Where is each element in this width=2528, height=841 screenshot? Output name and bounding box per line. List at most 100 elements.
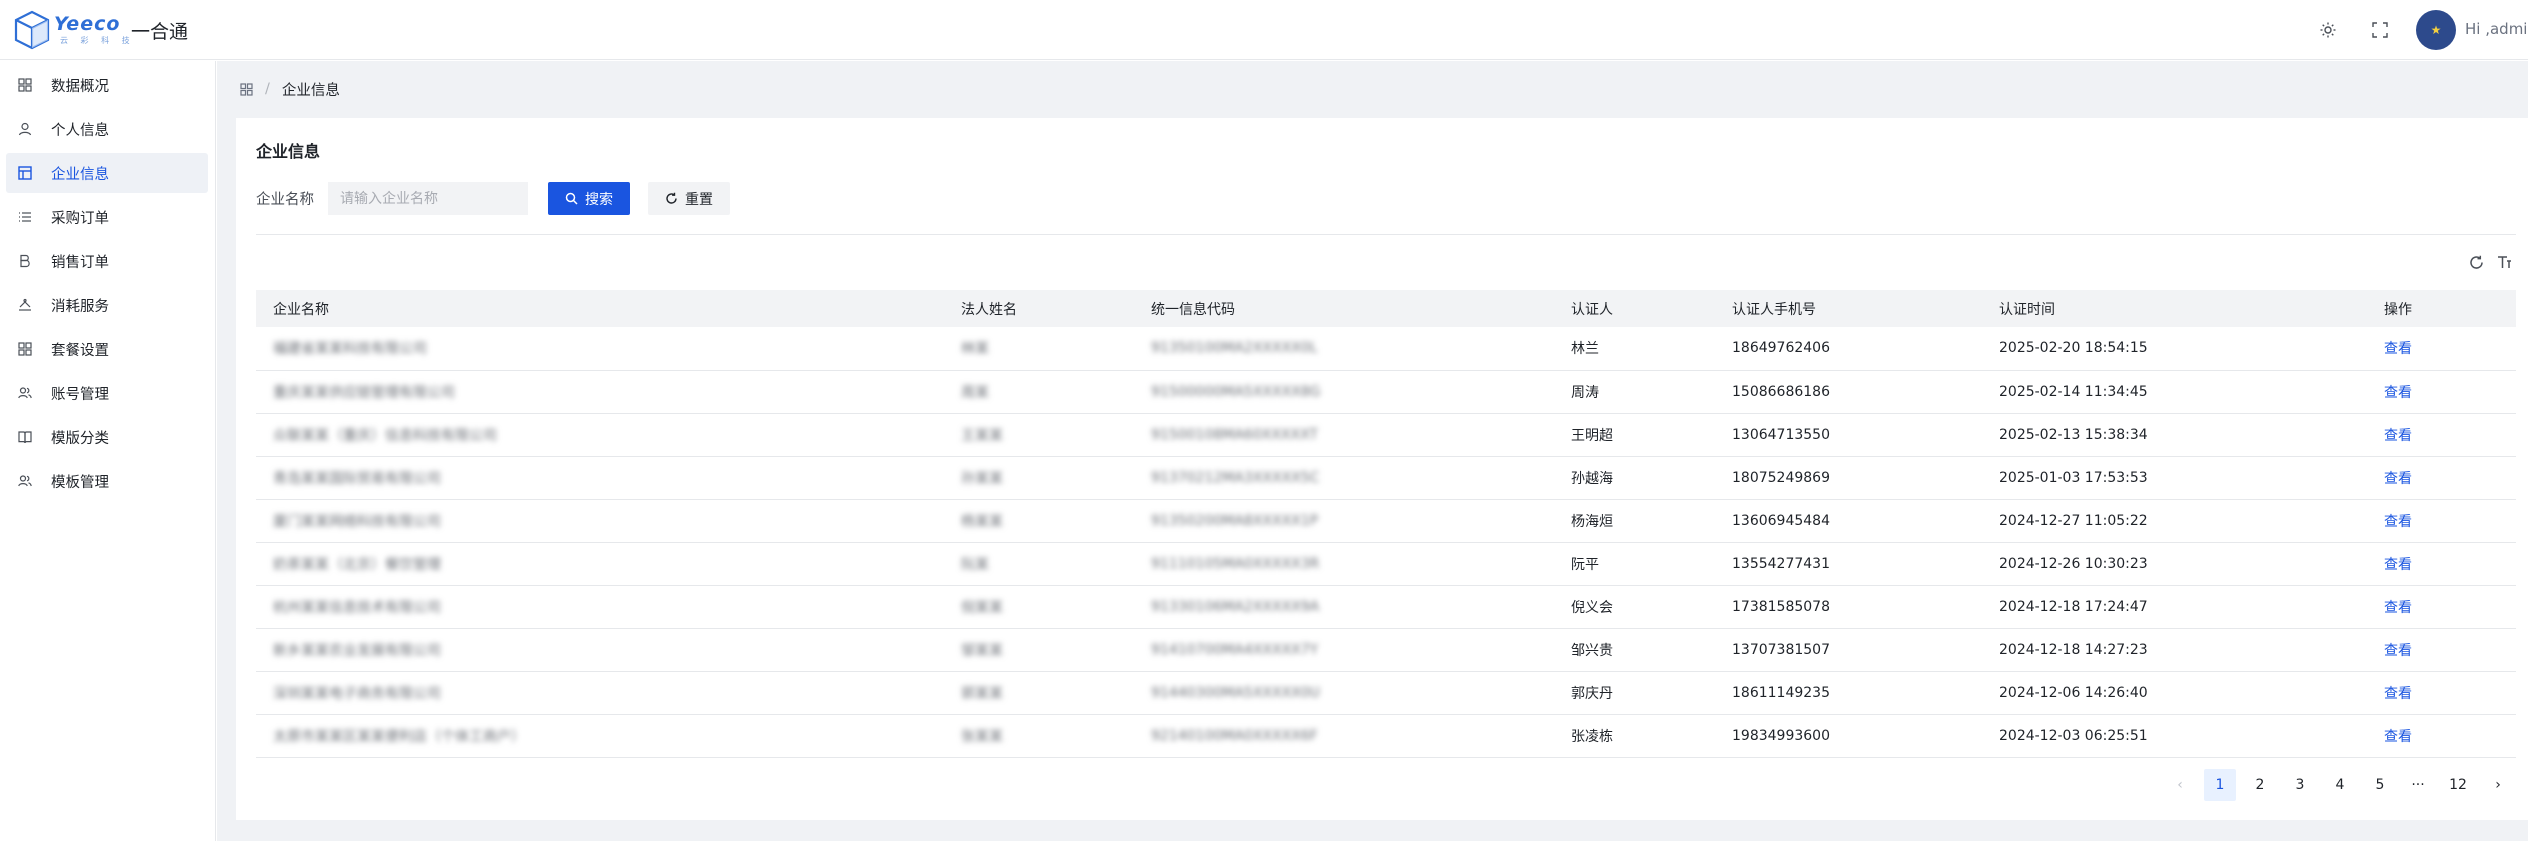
book-icon (17, 429, 33, 445)
users-icon (17, 473, 33, 489)
company-name-input[interactable] (328, 182, 528, 215)
fullscreen-icon[interactable] (2369, 19, 2391, 41)
page-button[interactable]: 5 (2364, 769, 2396, 801)
logo[interactable]: Yeeco 云 彩 科 技 (14, 8, 135, 52)
view-link[interactable]: 查看 (2367, 585, 2516, 629)
certifier-cell: 阮平 (1554, 542, 1715, 586)
table-row: 深圳某某电子商务有限公司 郭某某 91440300MA5XXXXX0U 郭庆丹 1861… (256, 671, 2516, 715)
avatar-star-icon: ★ (2430, 23, 2442, 37)
view-link[interactable]: 查看 (2367, 714, 2516, 758)
page-button[interactable]: 1 (2204, 769, 2236, 801)
search-icon (565, 192, 578, 205)
breadcrumb-separator: / (265, 81, 270, 97)
view-link[interactable]: 查看 (2367, 542, 2516, 586)
refresh-icon[interactable] (2466, 252, 2486, 272)
list-icon (17, 209, 33, 225)
column-density-icon[interactable] (2495, 252, 2515, 272)
reset-button[interactable]: 重置 (648, 182, 730, 215)
column-header: 认证人 (1554, 290, 1715, 327)
credit-code-cell: 91410700MA4XXXXX7Y (1134, 628, 1554, 672)
sidebar-item[interactable]: 账号管理 (6, 373, 208, 413)
phone-cell: 18075249869 (1715, 456, 1982, 500)
sidebar-item[interactable]: 企业信息 (6, 153, 208, 193)
company-name-cell: 福建省某某科技有限公司 (256, 327, 944, 371)
sidebar-item[interactable]: 销售订单 (6, 241, 208, 281)
phone-cell: 18611149235 (1715, 671, 1982, 715)
column-header: 认证人手机号 (1715, 290, 1982, 327)
logo-subtext: 云 彩 科 技 (60, 36, 135, 45)
certifier-cell: 周涛 (1554, 370, 1715, 414)
credit-code-cell: 91110105MA0XXXXX3R (1134, 542, 1554, 586)
view-link[interactable]: 查看 (2367, 628, 2516, 672)
company-name-cell: 太原市某某区某某便利店（个体工商户） (256, 714, 944, 758)
sidebar-item-label: 企业信息 (51, 166, 109, 183)
divider (256, 234, 2516, 235)
legal-name-cell: 张某某 (944, 714, 1134, 758)
phone-cell: 19834993600 (1715, 714, 1982, 758)
column-header: 企业名称 (256, 290, 944, 327)
sidebar-item[interactable]: 模版分类 (6, 417, 208, 457)
column-header: 认证时间 (1982, 290, 2367, 327)
sidebar-item[interactable]: 模板管理 (6, 461, 208, 501)
sidebar-item-label: 账号管理 (51, 386, 109, 403)
search-button-label: 搜索 (585, 191, 613, 208)
company-name-cell: 杭州某某信息技术有限公司 (256, 585, 944, 629)
view-link[interactable]: 查看 (2367, 413, 2516, 457)
time-cell: 2025-02-20 18:54:15 (1982, 327, 2367, 371)
sidebar-item[interactable]: 个人信息 (6, 109, 208, 149)
legal-name-cell: 杨某某 (944, 499, 1134, 543)
time-cell: 2025-02-14 11:34:45 (1982, 370, 2367, 414)
sidebar-item-label: 销售订单 (51, 254, 109, 271)
sidebar-item[interactable]: 采购订单 (6, 197, 208, 237)
page-button[interactable]: 4 (2324, 769, 2356, 801)
table-row: 新乡某某农业发展有限公司 邹某某 91410700MA4XXXXX7Y 邹兴贵 1370… (256, 628, 2516, 672)
next-page-icon[interactable]: › (2482, 769, 2514, 801)
table-row: 福建省某某科技有限公司 林某 91350100MA2XXXXX0L 林兰 1864976… (256, 327, 2516, 371)
view-link[interactable]: 查看 (2367, 370, 2516, 414)
sidebar-item[interactable]: 数据概况 (6, 65, 208, 105)
breadcrumb-home-icon[interactable] (240, 82, 253, 96)
credit-code-cell: 91350200MA8XXXXX1P (1134, 499, 1554, 543)
view-link[interactable]: 查看 (2367, 671, 2516, 715)
ellipsis-icon[interactable]: ··· (2402, 769, 2434, 801)
legal-name-cell: 阮某 (944, 542, 1134, 586)
page-button[interactable]: 3 (2284, 769, 2316, 801)
view-link[interactable]: 查看 (2367, 327, 2516, 371)
table-row: 众联某某（重庆）信息科技有限公司 王某某 91500108MA60XXXXXT 王明超… (256, 413, 2516, 457)
search-label: 企业名称 (256, 192, 314, 208)
sidebar-item[interactable]: 消耗服务 (6, 285, 208, 325)
top-header: Yeeco 云 彩 科 技 一合通 ★ Hi ,admin (0, 0, 2528, 60)
time-cell: 2025-02-13 15:38:34 (1982, 413, 2367, 457)
view-link[interactable]: 查看 (2367, 499, 2516, 543)
sidebar-item-label: 套餐设置 (51, 342, 109, 359)
table-row: 奶茶某某（北京）餐饮管理 阮某 91110105MA0XXXXX3R 阮平 135542… (256, 542, 2516, 586)
credit-code-cell: 91500108MA60XXXXXT (1134, 413, 1554, 457)
user-greeting[interactable]: Hi ,admin (2465, 20, 2528, 38)
credit-code-cell: 91330106MA2XXXXX9A (1134, 585, 1554, 629)
page-button[interactable]: 12 (2442, 769, 2474, 801)
table-header-row: 企业名称 法人姓名 统一信息代码 认证人 认证人手机号 认证时间 操作 (256, 290, 2516, 327)
legal-name-cell: 郭某某 (944, 671, 1134, 715)
bold-b-icon (17, 253, 33, 269)
phone-cell: 13064713550 (1715, 413, 1982, 457)
certifier-cell: 张凌栋 (1554, 714, 1715, 758)
avatar[interactable]: ★ (2416, 10, 2456, 50)
user-icon (17, 121, 33, 137)
search-button[interactable]: 搜索 (548, 182, 630, 215)
sidebar-item-label: 消耗服务 (51, 298, 109, 315)
logo-cube-icon (14, 10, 50, 50)
theme-toggle-sun-icon[interactable] (2317, 19, 2339, 41)
certifier-cell: 孙越海 (1554, 456, 1715, 500)
legal-name-cell: 倪某某 (944, 585, 1134, 629)
users-icon (17, 385, 33, 401)
time-cell: 2024-12-26 10:30:23 (1982, 542, 2367, 586)
sidebar-item[interactable]: 套餐设置 (6, 329, 208, 369)
logo-text: Yeeco (54, 13, 121, 35)
time-cell: 2024-12-06 14:26:40 (1982, 671, 2367, 715)
prev-page-icon[interactable]: ‹ (2164, 769, 2196, 801)
page-button[interactable]: 2 (2244, 769, 2276, 801)
breadcrumb: / 企业信息 (240, 79, 340, 99)
view-link[interactable]: 查看 (2367, 456, 2516, 500)
certifier-cell: 郭庆丹 (1554, 671, 1715, 715)
certifier-cell: 杨海烜 (1554, 499, 1715, 543)
